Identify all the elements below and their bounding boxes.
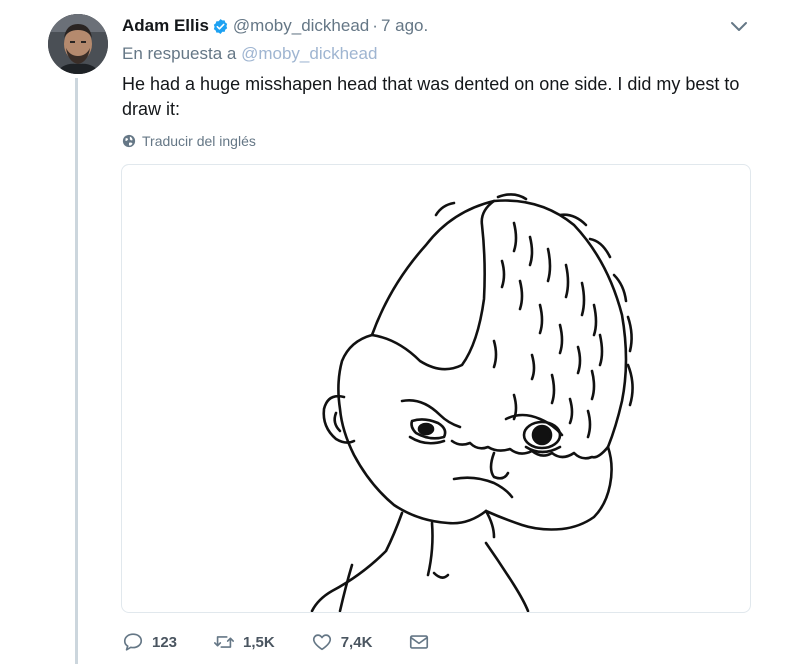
reply-count: 123 — [152, 633, 178, 651]
tweet-header: Adam Ellis @moby_dickhead · 7 ago. — [122, 14, 759, 38]
separator-dot: · — [372, 16, 378, 35]
reply-mention-link[interactable]: @moby_dickhead — [241, 44, 377, 63]
retweet-button[interactable]: 1,5K — [213, 631, 275, 653]
reply-button[interactable]: 123 — [122, 631, 177, 653]
action-bar: 123 1,5K 7,4K — [122, 628, 474, 656]
author-name[interactable]: Adam Ellis — [122, 16, 209, 36]
reply-prefix: En respuesta a — [122, 44, 237, 63]
like-count: 7,4K — [340, 633, 373, 651]
verified-badge-icon — [213, 18, 228, 34]
media-image[interactable] — [121, 164, 751, 613]
drawing-illustration — [310, 193, 634, 612]
chevron-down-icon[interactable] — [729, 16, 749, 36]
retweet-icon — [214, 636, 235, 648]
direct-message-button[interactable] — [408, 631, 438, 653]
translate-label: Traducir del inglés — [142, 133, 256, 149]
like-button[interactable]: 7,4K — [311, 631, 373, 653]
envelope-icon — [410, 635, 429, 649]
author-handle[interactable]: @moby_dickhead — [233, 16, 369, 36]
globe-icon — [122, 134, 136, 148]
tweet-text: He had a huge misshapen head that was de… — [122, 74, 740, 119]
avatar[interactable] — [48, 14, 108, 74]
reply-icon — [123, 633, 143, 651]
thread-line — [75, 78, 78, 664]
heart-icon — [312, 634, 331, 651]
reply-context: En respuesta a @moby_dickhead — [122, 44, 377, 64]
avatar-image — [48, 14, 108, 74]
retweet-count: 1,5K — [243, 633, 275, 651]
timestamp[interactable]: 7 ago. — [381, 16, 428, 36]
translate-link[interactable]: Traducir del inglés — [122, 133, 256, 149]
